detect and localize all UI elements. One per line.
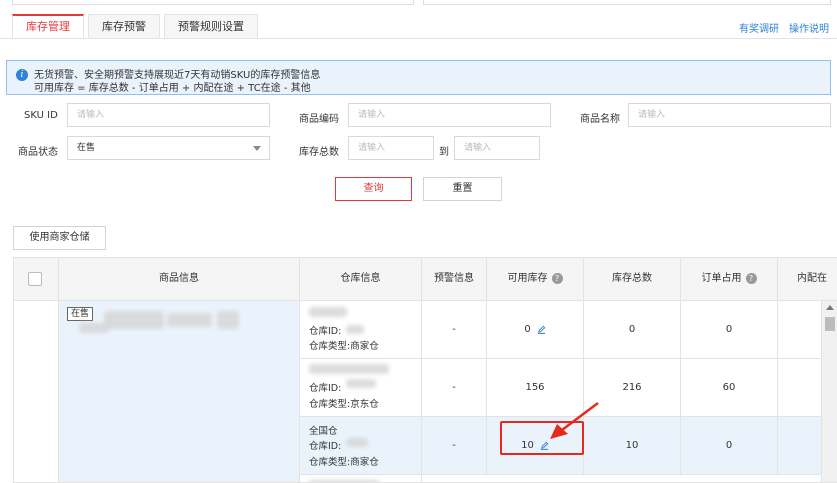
survey-link[interactable]: 有奖调研 [739, 20, 779, 35]
info-icon: i [16, 69, 28, 81]
info-notice: i 无货预警、安全期预警支持展现近7天有动销SKU的库存预警信息 可用库存 = … [6, 60, 831, 95]
product-code-input[interactable]: 请输入 [348, 103, 551, 127]
available-value: 0 [524, 324, 531, 335]
warehouse-id-text: 仓库ID: [309, 326, 342, 337]
product-status-label: 商品状态 [18, 147, 58, 158]
redacted-warehouse-id [346, 325, 364, 334]
tab-inventory-management[interactable]: 库存管理 [12, 14, 84, 39]
chevron-down-icon [253, 146, 261, 151]
product-info-cell: 在售 [59, 301, 300, 482]
header-internal: 内配在 [797, 273, 827, 284]
annotation-arrow-icon [550, 402, 599, 439]
redacted-warehouse-id [346, 379, 376, 388]
table-row-1-order: 0 [681, 301, 778, 359]
redacted-product-name [217, 311, 239, 329]
tab-divider [0, 38, 837, 39]
sku-id-input[interactable]: 请输入 [67, 103, 270, 127]
tab-bar: 库存管理 库存预警 预警规则设置 [12, 14, 262, 39]
top-search-area [0, 0, 837, 8]
table-row-1-warning: - [422, 301, 487, 359]
warehouse-type-value: 商家仓 [350, 457, 379, 468]
table-header: 商品信息 仓库信息 预警信息 可用库存? 库存总数 订单占用? 内配在 [14, 258, 837, 301]
edit-icon[interactable] [537, 325, 546, 334]
table-scrollbar[interactable] [821, 301, 837, 482]
header-available-label: 可用库存 [507, 273, 548, 284]
reset-button[interactable]: 重置 [423, 177, 502, 201]
table-row-3-order: 0 [681, 417, 778, 475]
redacted-product-name [167, 313, 212, 327]
notice-line-2: 可用库存 = 库存总数 - 订单占用 + 内配在途 + TC在途 - 其他 [34, 83, 311, 94]
table-row-3-warning: - [422, 417, 487, 475]
warehouse-type-value: 京东仓 [350, 399, 379, 410]
product-name-input[interactable]: 请输入 [628, 103, 831, 127]
top-input-right[interactable] [423, 0, 831, 5]
table-row-3-internal [778, 417, 821, 475]
warehouse-type-line: 仓库类型:商家仓 [309, 454, 379, 468]
question-icon[interactable]: ? [551, 272, 563, 284]
product-name-label: 商品名称 [580, 114, 620, 125]
sku-id-label: SKU ID [24, 110, 58, 121]
scroll-up-icon[interactable] [826, 305, 834, 310]
table-row-1-total: 0 [584, 301, 681, 359]
warehouse-type-value: 商家仓 [350, 341, 379, 352]
tab-inventory-warning[interactable]: 库存预警 [88, 14, 160, 39]
redacted-product-name [104, 311, 164, 329]
table-row-2-internal [778, 359, 821, 417]
warehouse-id-text: 仓库ID: [309, 383, 342, 394]
header-order-label: 订单占用 [701, 273, 742, 284]
select-all-checkbox[interactable] [28, 272, 42, 286]
header-warning: 预警信息 [422, 258, 487, 301]
query-button[interactable]: 查询 [335, 177, 412, 201]
stock-total-from-input[interactable]: 请输入 [348, 136, 434, 160]
warehouse-type-label: 仓库类型: [309, 399, 351, 410]
warehouse-id-label: 仓库ID: [309, 323, 341, 337]
scroll-thumb[interactable] [825, 317, 835, 331]
row-checkbox-cell [14, 301, 59, 482]
warehouse-type-label: 仓库类型: [309, 341, 351, 352]
table-row-1-internal [778, 301, 821, 359]
table-row-2-order: 60 [681, 359, 778, 417]
warehouse-type-label: 仓库类型: [309, 457, 351, 468]
header-product: 商品信息 [59, 258, 300, 301]
question-icon[interactable]: ? [745, 272, 757, 284]
warehouse-type-line: 仓库类型:商家仓 [309, 338, 379, 352]
redacted-warehouse-name [309, 307, 347, 317]
table-row-1-available: 0 [487, 301, 584, 359]
warehouse-id-label: 仓库ID: [309, 438, 341, 452]
header-warehouse: 仓库信息 [300, 258, 422, 301]
redacted-warehouse-id [346, 438, 368, 447]
top-input-left[interactable] [12, 0, 414, 5]
table-row-1-warehouse: 仓库ID: 仓库类型:商家仓 [300, 301, 422, 359]
stock-total-label: 库存总数 [299, 147, 339, 158]
help-link[interactable]: 操作说明 [789, 20, 829, 35]
table-row-2-warning: - [422, 359, 487, 417]
product-code-label: 商品编码 [299, 114, 339, 125]
header-available: 可用库存? [487, 258, 584, 301]
warehouse-type-line: 仓库类型:京东仓 [309, 396, 379, 410]
product-status-value: 在售 [77, 143, 96, 153]
table-row-4-warehouse [300, 475, 422, 482]
header-total: 库存总数 [584, 258, 681, 301]
range-to-label: 到 [439, 147, 449, 158]
header-order: 订单占用? [681, 258, 778, 301]
status-badge: 在售 [67, 307, 94, 321]
stock-total-to-input[interactable]: 请输入 [454, 136, 540, 160]
product-status-select[interactable]: 在售 [67, 136, 270, 160]
table-row-2-warehouse: 仓库ID: 仓库类型:京东仓 [300, 359, 422, 417]
warehouse-id-text: 仓库ID: [309, 441, 342, 452]
warehouse-name: 全国仓 [309, 426, 338, 437]
header-select [14, 258, 59, 301]
warehouse-id-label: 仓库ID: [309, 380, 341, 394]
top-links: 有奖调研 操作说明 [739, 20, 829, 35]
tab-warning-rules[interactable]: 预警规则设置 [164, 14, 258, 39]
redacted-product-name [79, 323, 109, 333]
use-merchant-warehouse-button[interactable]: 使用商家仓储 [13, 226, 106, 250]
redacted-warehouse-name [309, 364, 389, 374]
table-row-3-warehouse: 全国仓 仓库ID: 仓库类型:商家仓 [300, 417, 422, 475]
inventory-table: 商品信息 仓库信息 预警信息 可用库存? 库存总数 订单占用? 内配在 在售 仓… [13, 257, 837, 483]
